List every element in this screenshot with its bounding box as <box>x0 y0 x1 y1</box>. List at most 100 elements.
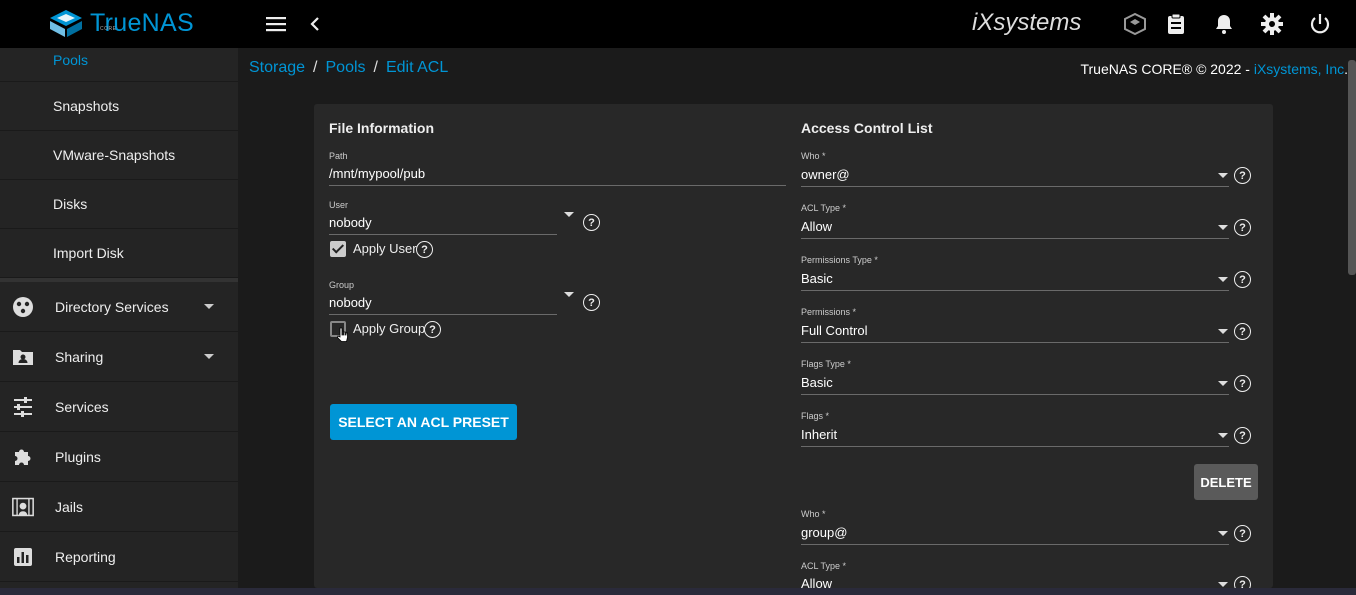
power-icon[interactable] <box>1308 12 1332 36</box>
sidebar-item-snapshots[interactable]: Snapshots <box>0 82 238 131</box>
sidebar-item-jails[interactable]: Jails <box>0 482 238 532</box>
sidebar-item-label: Reporting <box>55 548 116 565</box>
sidebar-item-vmware-snapshots[interactable]: VMware-Snapshots <box>0 131 238 180</box>
flags-select[interactable]: Inherit <box>801 427 837 442</box>
path-value: /mnt/mypool/pub <box>329 166 426 181</box>
acl-type-underline <box>801 238 1229 239</box>
help-icon[interactable]: ? <box>1234 323 1251 340</box>
menu-icon[interactable] <box>264 12 288 36</box>
sidebar-item-label: Disks <box>53 196 88 212</box>
path-label: Path <box>329 151 348 161</box>
task-manager-icon[interactable] <box>1164 12 1188 36</box>
chevron-down-icon[interactable] <box>1218 381 1228 386</box>
copyright: TrueNAS CORE® © 2022 - iXsystems, Inc. <box>1080 61 1348 77</box>
help-icon[interactable]: ? <box>416 241 433 258</box>
truenas-logo-icon <box>50 10 82 37</box>
acl-title: Access Control List <box>801 120 933 136</box>
bottom-edge <box>0 588 1356 595</box>
sidebar-item-label: Jails <box>55 498 84 515</box>
sidebar-item-label: Import Disk <box>53 245 124 261</box>
truecommand-icon[interactable] <box>1123 12 1147 36</box>
logo-subtitle: CORE <box>100 26 117 32</box>
flags-type-label: Flags Type * <box>801 359 851 369</box>
help-icon[interactable]: ? <box>583 294 600 311</box>
help-icon[interactable]: ? <box>424 321 441 338</box>
ixsystems-logo[interactable]: iXsystems <box>972 9 1081 37</box>
sidebar-item-disks[interactable]: Disks <box>0 180 238 229</box>
copyright-text: TrueNAS CORE® © 2022 - <box>1080 61 1254 77</box>
acl-type-select[interactable]: Allow <box>801 219 832 234</box>
logo-text: TrueNAS <box>90 8 194 37</box>
apply-group-label: Apply Group <box>353 321 426 336</box>
flags-label: Flags * <box>801 411 830 421</box>
sidebar-item-label: Services <box>55 398 109 415</box>
sidebar-item-label: Sharing <box>55 348 104 365</box>
sidebar-item-label: VMware-Snapshots <box>53 147 176 163</box>
group-dropdown-caret-icon[interactable] <box>564 292 574 297</box>
breadcrumb-storage[interactable]: Storage <box>249 59 305 76</box>
select-acl-preset-button[interactable]: SELECT AN ACL PRESET <box>330 404 517 440</box>
help-icon[interactable]: ? <box>1234 525 1251 542</box>
chevron-down-icon[interactable] <box>1218 582 1228 587</box>
breadcrumb-pools[interactable]: Pools <box>326 59 366 76</box>
group-select[interactable]: nobody <box>329 295 372 310</box>
permissions-type-select[interactable]: Basic <box>801 271 833 286</box>
help-icon[interactable]: ? <box>1234 167 1251 184</box>
user-dropdown-caret-icon[interactable] <box>564 212 574 217</box>
help-icon[interactable]: ? <box>1234 427 1251 444</box>
top-bar: TrueNAS CORE iXsystems <box>0 0 1356 48</box>
sidebar-item-services[interactable]: Services <box>0 382 238 432</box>
chevron-down-icon[interactable] <box>1218 173 1228 178</box>
chevron-down-icon[interactable] <box>1218 433 1228 438</box>
ixsystems-logo-text: iXsystems <box>972 9 1082 36</box>
settings-icon[interactable] <box>1260 12 1284 36</box>
breadcrumb-separator: / <box>313 59 318 76</box>
truenas-logo[interactable]: TrueNAS <box>48 8 194 38</box>
delete-ace-button[interactable]: DELETE <box>1194 464 1258 500</box>
mouse-cursor-icon <box>337 327 348 342</box>
ixsystems-link[interactable]: iXsystems, Inc <box>1254 61 1344 77</box>
services-icon <box>12 396 34 418</box>
chevron-down-icon[interactable] <box>1218 277 1228 282</box>
user-underline <box>329 234 557 235</box>
who-select[interactable]: owner@ <box>801 167 850 182</box>
notifications-icon[interactable] <box>1212 12 1236 36</box>
sidebar-item-label: Plugins <box>55 448 101 465</box>
who-underline <box>801 544 1229 545</box>
sidebar-item-plugins[interactable]: Plugins <box>0 432 238 482</box>
user-select[interactable]: nobody <box>329 215 372 230</box>
apply-user-label: Apply User <box>353 241 417 256</box>
apply-user-checkbox[interactable] <box>330 241 346 257</box>
breadcrumb-separator: / <box>373 59 378 76</box>
sidebar-item-label: Pools <box>53 52 89 68</box>
sidebar-item-reporting[interactable]: Reporting <box>0 532 238 582</box>
help-icon[interactable]: ? <box>1234 375 1251 392</box>
jails-icon <box>12 496 34 518</box>
permissions-type-label: Permissions Type * <box>801 255 878 265</box>
chevron-down-icon[interactable] <box>1218 329 1228 334</box>
sidebar-item-sharing[interactable]: Sharing <box>0 332 238 382</box>
page-scrollbar[interactable] <box>1348 60 1356 275</box>
acl-type-label: ACL Type * <box>801 561 847 571</box>
permissions-select[interactable]: Full Control <box>801 323 867 338</box>
permissions-label: Permissions * <box>801 307 857 317</box>
sidebar-item-pools[interactable]: Pools <box>0 48 238 82</box>
back-arrow-icon[interactable] <box>304 12 328 36</box>
help-icon[interactable]: ? <box>1234 219 1251 236</box>
chevron-down-icon[interactable] <box>1218 531 1228 536</box>
sidebar-item-directory-services[interactable]: Directory Services <box>0 282 238 332</box>
sharing-icon <box>12 346 34 368</box>
chevron-down-icon[interactable] <box>1218 225 1228 230</box>
chevron-down-icon[interactable] <box>204 304 214 309</box>
flags-type-select[interactable]: Basic <box>801 375 833 390</box>
help-icon[interactable]: ? <box>1234 271 1251 288</box>
who-label: Who * <box>801 509 826 519</box>
chevron-down-icon[interactable] <box>204 354 214 359</box>
plugins-icon <box>12 446 34 468</box>
help-icon[interactable]: ? <box>583 214 600 231</box>
permissions-type-underline <box>801 290 1229 291</box>
sidebar-item-label: Snapshots <box>53 98 120 114</box>
sidebar-item-import-disk[interactable]: Import Disk <box>0 229 238 278</box>
who-select[interactable]: group@ <box>801 525 847 540</box>
sidebar-item-label: Directory Services <box>55 298 169 315</box>
